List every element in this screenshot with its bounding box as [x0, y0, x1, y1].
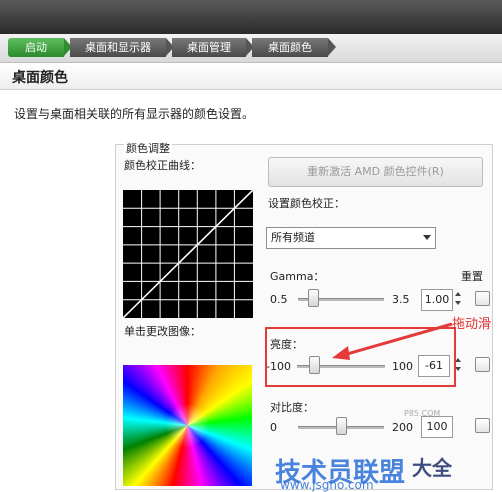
- set-color-correction-label: 设置颜色校正：: [268, 197, 345, 210]
- contrast-value-field[interactable]: 100: [421, 416, 453, 438]
- watermark-url: www.jsgho.com: [280, 478, 374, 492]
- gamma-spinner[interactable]: [454, 289, 463, 309]
- spin-down-icon[interactable]: [455, 301, 461, 305]
- title-bar: [0, 0, 502, 34]
- breadcrumb-desktop-color[interactable]: 桌面颜色: [252, 38, 336, 57]
- breadcrumb-desktop-display[interactable]: 桌面和显示器: [70, 38, 174, 57]
- contrast-reset-checkbox[interactable]: [475, 418, 490, 433]
- breadcrumb-label: 桌面和显示器: [85, 41, 151, 54]
- breadcrumb-desktop-management[interactable]: 桌面管理: [172, 38, 254, 57]
- arrow-line: [339, 322, 453, 358]
- annotation-arrow: [332, 322, 453, 360]
- breadcrumb: 启动 桌面和显示器 桌面管理 桌面颜色: [0, 34, 502, 63]
- color-curve-graph: [123, 190, 253, 318]
- color-wheel-image[interactable]: [123, 365, 252, 486]
- contrast-min-label: 0: [270, 421, 277, 434]
- page-title: 桌面颜色: [12, 70, 68, 86]
- image-label: 单击更改图像：: [124, 325, 201, 338]
- contrast-label: 对比度：: [270, 401, 314, 414]
- gamma-slider-thumb[interactable]: [307, 289, 319, 307]
- annotation-note: 拖动滑: [452, 317, 492, 332]
- gamma-min-label: 0.5: [270, 293, 288, 306]
- spin-up-icon[interactable]: [455, 292, 461, 296]
- breadcrumb-start[interactable]: 启动: [8, 38, 72, 57]
- breadcrumb-label: 桌面颜色: [268, 41, 312, 54]
- chevron-right-icon: [328, 38, 336, 56]
- arrow-head: [332, 346, 350, 360]
- curve-label: 颜色校正曲线：: [124, 159, 201, 172]
- contrast-max-label: 200: [392, 421, 413, 434]
- watermark-right: 大全: [412, 456, 452, 480]
- gamma-max-label: 3.5: [392, 293, 410, 306]
- page-description: 设置与桌面相关联的所有显示器的颜色设置。: [14, 107, 255, 121]
- channel-select[interactable]: 所有频道: [266, 227, 436, 249]
- reactivate-amd-color-button[interactable]: 重新激活 AMD 颜色控件(R): [268, 157, 483, 187]
- channel-select-value: 所有频道: [271, 231, 315, 244]
- gamma-value-field[interactable]: 1.00: [421, 289, 453, 311]
- chevron-down-icon: [423, 235, 431, 240]
- breadcrumb-label: 启动: [25, 41, 47, 54]
- watermark-small: P85.COM: [404, 409, 441, 418]
- gamma-reset-checkbox[interactable]: [475, 291, 490, 306]
- breadcrumb-label: 桌面管理: [187, 41, 231, 54]
- page-header: 桌面颜色: [0, 63, 502, 90]
- contrast-slider-thumb[interactable]: [336, 417, 347, 435]
- brightness-reset-checkbox[interactable]: [475, 357, 490, 372]
- reset-label: 重置: [461, 270, 483, 283]
- group-title: 颜色调整: [124, 140, 172, 156]
- gamma-label: Gamma：: [270, 270, 325, 283]
